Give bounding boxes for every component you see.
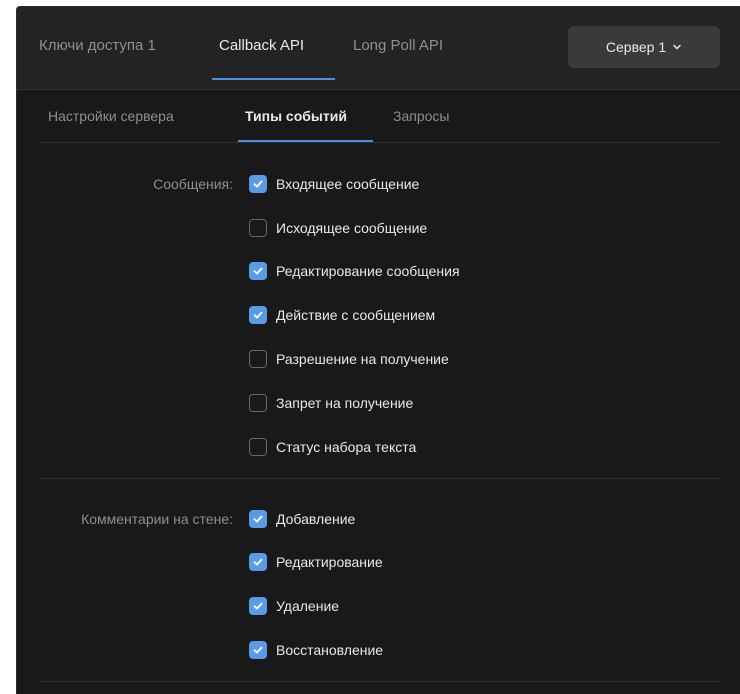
checkbox-checked[interactable] bbox=[249, 262, 267, 280]
checkbox-label: Исходящее сообщение bbox=[276, 220, 428, 236]
checkbox-checked[interactable] bbox=[249, 553, 267, 571]
subtab-event-types[interactable]: Типы событий bbox=[245, 108, 347, 124]
checkbox-row[interactable]: Редактирование сообщения bbox=[249, 261, 460, 281]
checkmark-icon bbox=[253, 267, 263, 275]
checkbox-label: Разрешение на получение bbox=[276, 351, 449, 367]
checkbox-row[interactable]: Восстановление bbox=[249, 640, 383, 660]
checkbox-row[interactable]: Исходящее сообщение bbox=[249, 218, 427, 238]
active-tab-indicator bbox=[212, 78, 335, 80]
checkbox-label: Статус набора текста bbox=[276, 439, 417, 455]
checkbox-checked[interactable] bbox=[249, 175, 267, 193]
chevron-down-icon bbox=[673, 44, 681, 50]
checkbox-checked[interactable] bbox=[249, 597, 267, 615]
checkbox-label: Редактирование bbox=[276, 554, 383, 570]
group-divider bbox=[41, 478, 719, 479]
checkbox-row[interactable]: Удаление bbox=[249, 596, 339, 616]
checkbox-label: Добавление bbox=[276, 511, 356, 527]
checkmark-icon bbox=[253, 558, 263, 566]
checkbox-row[interactable]: Редактирование bbox=[249, 552, 383, 572]
subtab-divider bbox=[41, 142, 719, 143]
group-label-wall-comments: Комментарии на стене: bbox=[81, 511, 233, 527]
subtab-requests[interactable]: Запросы bbox=[393, 108, 449, 124]
top-tab-bar: Ключи доступа 1 Callback API Long Poll A… bbox=[17, 7, 740, 90]
checkbox-row[interactable]: Входящее сообщение bbox=[249, 174, 419, 194]
checkbox-row[interactable]: Добавление bbox=[249, 509, 355, 529]
callback-settings-panel: Ключи доступа 1 Callback API Long Poll A… bbox=[16, 6, 740, 694]
group-label-messages: Сообщения: bbox=[153, 176, 233, 192]
checkbox-row[interactable]: Действие с сообщением bbox=[249, 305, 435, 325]
checkbox-label: Восстановление bbox=[276, 642, 384, 658]
checkmark-icon bbox=[253, 180, 263, 188]
checkbox-label: Входящее сообщение bbox=[276, 176, 420, 192]
checkbox-unchecked[interactable] bbox=[249, 350, 267, 368]
checkbox-unchecked[interactable] bbox=[249, 219, 267, 237]
tab-callback-api[interactable]: Callback API bbox=[219, 37, 304, 54]
checkbox-row[interactable]: Статус набора текста bbox=[249, 437, 416, 457]
checkbox-label: Запрет на получение bbox=[276, 395, 414, 411]
checkbox-label: Удаление bbox=[276, 598, 340, 614]
server-select-label: Сервер 1 bbox=[605, 39, 667, 55]
subtab-server-settings[interactable]: Настройки сервера bbox=[48, 108, 174, 124]
checkbox-checked[interactable] bbox=[249, 641, 267, 659]
checkbox-label: Действие с сообщением bbox=[276, 307, 436, 323]
checkmark-icon bbox=[253, 311, 263, 319]
server-select-button[interactable]: Сервер 1 bbox=[568, 26, 720, 68]
checkbox-checked[interactable] bbox=[249, 510, 267, 528]
group-divider bbox=[41, 681, 719, 682]
checkmark-icon bbox=[253, 515, 263, 523]
tab-long-poll-api[interactable]: Long Poll API bbox=[353, 37, 443, 54]
checkbox-checked[interactable] bbox=[249, 306, 267, 324]
checkmark-icon bbox=[253, 646, 263, 654]
checkbox-row[interactable]: Разрешение на получение bbox=[249, 349, 449, 369]
checkbox-label: Редактирование сообщения bbox=[276, 263, 460, 279]
tab-access-keys[interactable]: Ключи доступа 1 bbox=[39, 37, 156, 54]
checkbox-row[interactable]: Запрет на получение bbox=[249, 393, 413, 413]
checkbox-unchecked[interactable] bbox=[249, 438, 267, 456]
checkbox-unchecked[interactable] bbox=[249, 394, 267, 412]
checkmark-icon bbox=[253, 602, 263, 610]
